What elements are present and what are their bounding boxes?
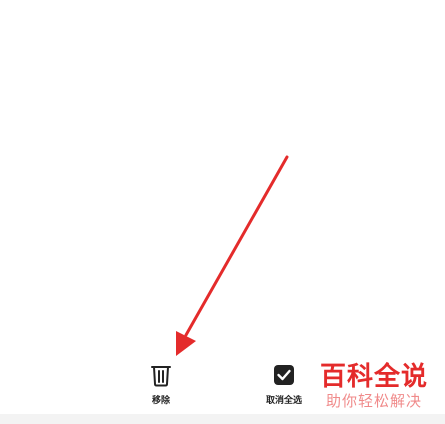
remove-label: 移除 — [151, 395, 170, 405]
remove-button[interactable]: 移除 — [140, 363, 182, 405]
watermark-slogan: 助你轻松解决 — [326, 392, 423, 410]
deselect-all-button[interactable]: 取消全选 — [252, 363, 316, 405]
red-arrow-icon — [176, 155, 289, 356]
bottom-divider — [0, 414, 445, 424]
watermark-logo: 百科全说 — [320, 362, 429, 392]
watermark: 百科全说 助你轻松解决 — [320, 362, 435, 414]
trash-icon — [151, 366, 171, 387]
checked-box-icon — [274, 365, 294, 385]
deselect-all-label: 取消全选 — [265, 395, 302, 405]
screen: 移除 取消全选 百科全说 助你轻松解决 — [0, 0, 445, 424]
